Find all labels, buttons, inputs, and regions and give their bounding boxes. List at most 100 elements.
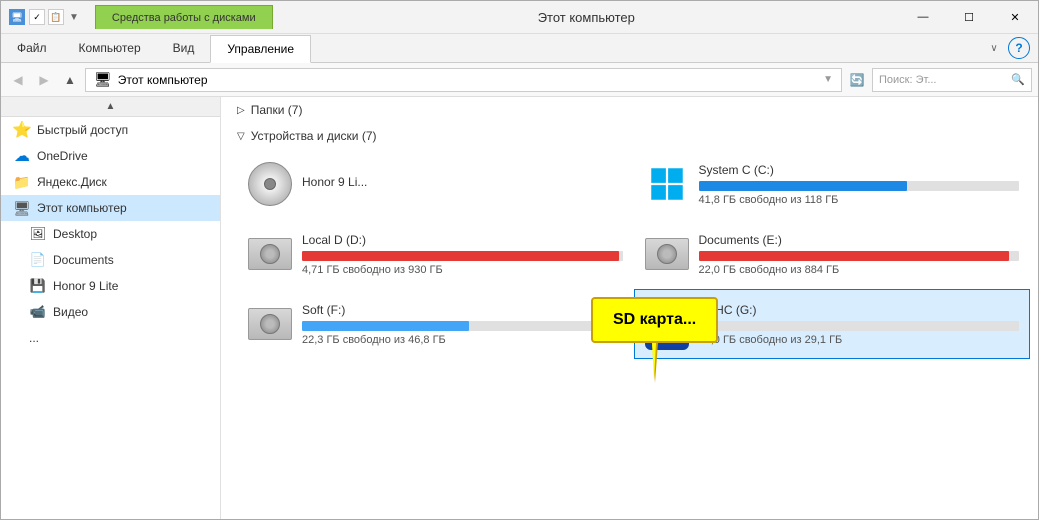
main-content: ▲ ⭐ Быстрый доступ ☁ OneDrive 📁 Яндекс.Д… [1,97,1038,519]
main-panel: ▷ Папки (7) ▽ Устройства и диски (7) Hon… [221,97,1038,519]
close-button[interactable]: ✕ [992,1,1038,33]
drive-free-text: 4,71 ГБ свободно из 930 ГБ [302,264,623,276]
drive-name: Documents (E:) [699,233,1020,247]
drive-bar-fill [699,251,1010,261]
title-bar: 🖥 ✓ 📋 ▼ Средства работы с дисками Этот к… [1,1,1038,34]
drive-bar-fill [302,251,619,261]
drive-info: System C (C:) 41,8 ГБ свободно из 118 ГБ [699,163,1020,206]
drive-item-honor9lite[interactable]: Honor 9 Li... [237,149,634,219]
hdd-drive-icon [248,302,292,346]
drive-item-system-c[interactable]: System C (C:) 41,8 ГБ свободно из 118 ГБ [634,149,1031,219]
documents-icon: 📄 [29,251,47,269]
tooltip-container: SD карта... [591,297,718,343]
sidebar-item-label: Этот компьютер [37,201,127,215]
drive-name: SDHC (G:) [699,303,1020,317]
drive-bar-bg [699,181,1020,191]
tab-view[interactable]: Вид [157,34,211,62]
sidebar-item-quick-access[interactable]: ⭐ Быстрый доступ [1,117,220,143]
video-icon: 📹 [29,303,47,321]
folders-section-label: Папки (7) [251,103,303,117]
sidebar-item-desktop[interactable]: 🖼 Desktop [1,221,220,247]
title-top-area: Средства работы с дисками Этот компьютер [87,1,900,33]
tab-manage[interactable]: Управление [210,35,311,63]
tab-computer[interactable]: Компьютер [63,34,157,62]
sidebar-item-label: ... [29,331,39,345]
search-box[interactable]: Поиск: Эт... 🔍 [872,68,1032,92]
sidebar-item-label: Desktop [53,227,97,241]
sidebar-item-label: Быстрый доступ [37,123,128,137]
sidebar-item-label: Documents [53,253,114,267]
refresh-button[interactable]: 🔄 [846,69,868,91]
tooltip-arrow-fill [652,343,656,380]
path-dropdown-icon[interactable]: ▼ [823,74,833,85]
hdd-drive-icon [645,232,689,276]
drive-name: Local D (D:) [302,233,623,247]
help-button[interactable]: ? [1008,37,1030,59]
devices-chevron-icon: ▽ [237,131,245,142]
drive-free-text: 29,0 ГБ свободно из 29,1 ГБ [699,334,1020,346]
sidebar-item-this-computer[interactable]: 🖥 Этот компьютер [1,195,220,221]
qa-dropdown[interactable]: ▼ [69,12,79,23]
search-placeholder: Поиск: Эт... [879,74,937,86]
sidebar-item-video[interactable]: 📹 Видео [1,299,220,325]
sidebar-item-yandex[interactable]: 📁 Яндекс.Диск [1,169,220,195]
sidebar-item-label: Видео [53,305,88,319]
drive-info: Honor 9 Li... [302,175,623,193]
drive-info: Local D (D:) 4,71 ГБ свободно из 930 ГБ [302,233,623,276]
drive-info: Documents (E:) 22,0 ГБ свободно из 884 Г… [699,233,1020,276]
drive-item-documents-e[interactable]: Documents (E:) 22,0 ГБ свободно из 884 Г… [634,219,1031,289]
drive-bar-bg [699,321,1020,331]
drive-free-text: 22,0 ГБ свободно из 884 ГБ [699,264,1020,276]
sidebar-item-label: Honor 9 Lite [53,279,118,293]
windows-logo-icon [645,162,689,206]
search-icon: 🔍 [1011,73,1025,86]
sidebar-item-honor9lite[interactable]: 💾 Honor 9 Lite [1,273,220,299]
drive-free-text: 41,8 ГБ свободно из 118 ГБ [699,194,1020,206]
address-path[interactable]: 🖥 Этот компьютер ▼ [85,68,842,92]
drive-item-soft-f[interactable]: Soft (F:) 22,3 ГБ свободно из 46,8 ГБ [237,289,634,359]
qa-icon-2[interactable]: 📋 [48,9,64,25]
drive-name: Honor 9 Li... [302,175,623,189]
back-button[interactable]: ◀ [7,69,29,91]
this-computer-icon: 🖥 [13,199,31,217]
qa-icon-1[interactable]: ✓ [29,9,45,25]
quick-access-icon: ⭐ [13,121,31,139]
tab-file[interactable]: Файл [1,34,63,62]
sidebar-item-more[interactable]: ... [1,325,220,351]
window-controls: — ☐ ✕ [900,1,1038,33]
hdd-drive-icon [248,232,292,276]
maximize-button[interactable]: ☐ [946,1,992,33]
sidebar-item-label: OneDrive [37,149,88,163]
address-bar: ◀ ▶ ▲ 🖥 Этот компьютер ▼ 🔄 Поиск: Эт... … [1,63,1038,97]
main-window: 🖥 ✓ 📋 ▼ Средства работы с дисками Этот к… [0,0,1039,520]
sidebar-item-onedrive[interactable]: ☁ OneDrive [1,143,220,169]
forward-button[interactable]: ▶ [33,69,55,91]
devices-section-header[interactable]: ▽ Устройства и диски (7) [221,123,1038,149]
window-title: Этот компьютер [281,10,892,25]
onedrive-icon: ☁ [13,147,31,165]
sidebar: ▲ ⭐ Быстрый доступ ☁ OneDrive 📁 Яндекс.Д… [1,97,221,519]
tooltip-text: SD карта... [613,311,696,328]
ribbon-chevron-icon[interactable]: ∨ [984,38,1004,58]
yandex-icon: 📁 [13,173,31,191]
up-button[interactable]: ▲ [59,69,81,91]
minimize-button[interactable]: — [900,1,946,33]
folders-section-header[interactable]: ▷ Папки (7) [221,97,1038,123]
drive-bar-bg [302,251,623,261]
sidebar-scroll-up[interactable]: ▲ [1,97,220,117]
drive-item-local-d[interactable]: Local D (D:) 4,71 ГБ свободно из 930 ГБ [237,219,634,289]
quick-access-toolbar: ✓ 📋 ▼ [29,9,79,25]
title-middle: Средства работы с дисками Этот компьютер [87,1,900,33]
drive-bar-fill [699,181,907,191]
disk-tools-tab[interactable]: Средства работы с дисками [95,5,273,29]
drive-bar-bg [699,251,1020,261]
drive-info: SDHC (G:) 29,0 ГБ свободно из 29,1 ГБ [699,303,1020,346]
sidebar-item-documents[interactable]: 📄 Documents [1,247,220,273]
ribbon-tabs: Файл Компьютер Вид Управление [1,34,984,62]
ribbon: Файл Компьютер Вид Управление ∨ ? [1,34,1038,63]
title-bar-left: 🖥 ✓ 📋 ▼ [1,1,87,33]
sidebar-item-label: Яндекс.Диск [37,175,107,189]
ribbon-right: ∨ ? [984,34,1038,62]
desktop-icon: 🖼 [29,225,47,243]
drive-name: System C (C:) [699,163,1020,177]
